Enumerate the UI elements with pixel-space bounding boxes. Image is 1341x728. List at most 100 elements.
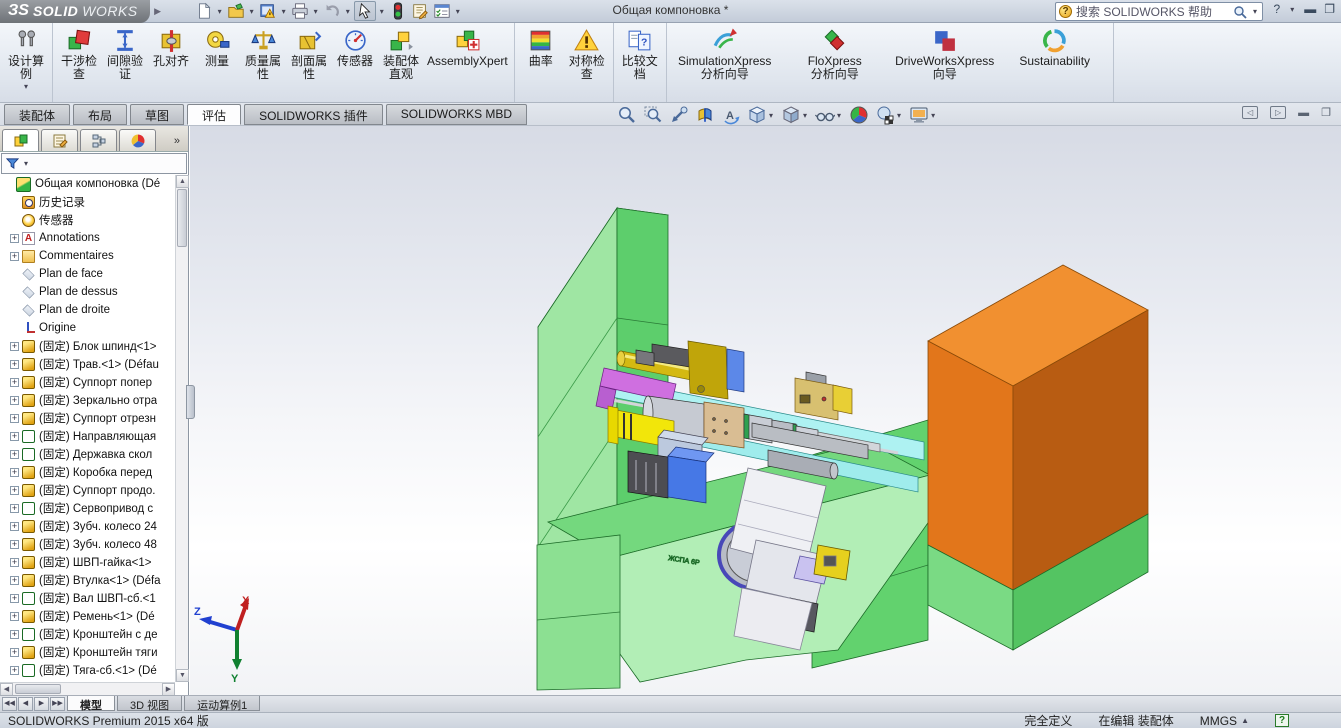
print-button[interactable]	[290, 1, 310, 21]
command-tab[interactable]: SOLIDWORKS MBD	[385, 104, 528, 125]
undo-button[interactable]	[322, 1, 342, 21]
expand-toggle[interactable]	[10, 395, 19, 405]
doc-tab[interactable]: 运动算例1	[184, 696, 261, 712]
tree-item[interactable]: (固定) Трав.<1> (Défau	[0, 355, 175, 373]
tree-item[interactable]: (固定) Зубч. колесо 48	[0, 535, 175, 553]
tree-item[interactable]: (固定) Кронштейн с де	[0, 625, 175, 643]
expand-toggle[interactable]	[10, 431, 19, 441]
hide-show-items-button[interactable]: ▾	[815, 105, 843, 125]
expand-toggle[interactable]	[10, 521, 19, 531]
edit-appearance-button[interactable]	[849, 105, 869, 125]
expand-toggle[interactable]	[10, 467, 19, 477]
driveworksxpress-button[interactable]: DriveWorksXpress 向导	[890, 26, 1000, 82]
section-properties-button[interactable]: 剖面属 性	[286, 26, 332, 82]
expand-toggle[interactable]	[10, 629, 19, 639]
doc-tab[interactable]: 模型	[67, 696, 115, 712]
tree-item[interactable]: Annotations	[0, 229, 175, 247]
view-orientation-button[interactable]: ▾	[747, 105, 775, 125]
file-properties-button[interactable]	[410, 1, 430, 21]
doc-minimize-button[interactable]: ▬	[1298, 107, 1309, 119]
search-icon[interactable]	[1233, 5, 1247, 19]
zoom-to-fit-button[interactable]	[617, 105, 637, 125]
tree-item[interactable]: (固定) Зеркально отра	[0, 391, 175, 409]
design-study-dropdown[interactable]: ▾	[24, 82, 28, 91]
next-tab-button[interactable]: ▶	[34, 697, 49, 711]
assembly-3d-model[interactable]: ЖСПА 6Р X Z Y	[190, 126, 1341, 695]
tree-filter[interactable]: ▾	[1, 153, 187, 174]
tree-item[interactable]: (固定) Направляющая	[0, 427, 175, 445]
curvature-button[interactable]: 曲率	[518, 26, 564, 69]
new-document-button[interactable]	[194, 1, 214, 21]
tree-item[interactable]: Commentaires	[0, 247, 175, 265]
expand-toggle[interactable]	[10, 233, 19, 243]
panel-tabs-overflow[interactable]: »	[174, 135, 186, 151]
collapse-left-pane-button[interactable]: ◁	[1242, 106, 1259, 119]
tree-item[interactable]: (固定) Суппорт попер	[0, 373, 175, 391]
expand-toggle[interactable]	[10, 341, 19, 351]
expand-toggle[interactable]	[10, 449, 19, 459]
tree-item[interactable]: (固定) Зубч. колесо 24	[0, 517, 175, 535]
menu-flyout-arrow[interactable]: ▶	[152, 2, 164, 20]
panel-splitter-grip[interactable]	[186, 385, 195, 419]
expand-toggle[interactable]	[10, 539, 19, 549]
vertical-scroll-thumb[interactable]	[177, 189, 187, 247]
interference-check-button[interactable]: 干涉检 查	[56, 26, 102, 82]
assembly-visualization-button[interactable]: 装配体 直观	[378, 26, 424, 82]
view-settings-button[interactable]: ▾	[909, 105, 937, 125]
open-document-button[interactable]	[226, 1, 246, 21]
tree-item[interactable]: (固定) Блок шпинд<1>	[0, 337, 175, 355]
tree-item[interactable]: (固定) Втулка<1> (Défa	[0, 571, 175, 589]
expand-toggle[interactable]	[10, 377, 19, 387]
simulationxpress-button[interactable]: SimulationXpress 分析向导	[670, 26, 780, 82]
search-dropdown[interactable]: ▾	[1253, 7, 1257, 16]
help-button[interactable]: ?	[1274, 2, 1281, 16]
expand-toggle[interactable]	[10, 575, 19, 585]
command-tab[interactable]: 草图	[130, 104, 185, 125]
expand-toggle[interactable]	[10, 665, 19, 675]
tree-item[interactable]: (固定) Вал ШВП-сб.<1	[0, 589, 175, 607]
mass-properties-button[interactable]: 质量属 性	[240, 26, 286, 82]
expand-toggle[interactable]	[10, 413, 19, 423]
command-tab[interactable]: SOLIDWORKS 插件	[244, 104, 383, 125]
tree-item[interactable]: (固定) Кронштейн тяги	[0, 643, 175, 661]
filter-dropdown[interactable]: ▾	[24, 159, 28, 168]
scroll-down-arrow[interactable]: ▼	[176, 669, 189, 682]
expand-toggle[interactable]	[10, 611, 19, 621]
last-tab-button[interactable]: ▶▶	[50, 697, 65, 711]
apply-scene-button[interactable]: ▾	[875, 105, 903, 125]
rebuild-button[interactable]	[388, 1, 408, 21]
tree-item[interactable]: Plan de face	[0, 265, 175, 283]
symmetry-check-button[interactable]: 对称检 查	[564, 26, 610, 82]
tree-item[interactable]: Plan de dessus	[0, 283, 175, 301]
propertymanager-tab[interactable]	[41, 129, 78, 151]
tree-item[interactable]: (固定) Державка скол	[0, 445, 175, 463]
expand-toggle[interactable]	[10, 557, 19, 567]
expand-toggle[interactable]	[10, 503, 19, 513]
hole-alignment-button[interactable]: 孔对齐	[148, 26, 194, 69]
command-tab[interactable]: 装配体	[4, 104, 71, 125]
restore-button[interactable]: ❐	[1324, 2, 1335, 16]
rotate-view-button[interactable]: A	[721, 105, 741, 125]
collapse-right-pane-button[interactable]: ▷	[1270, 106, 1287, 119]
tree-item[interactable]: Plan de droite	[0, 301, 175, 319]
tree-item[interactable]: (固定) Тяга-сб.<1> (Dé	[0, 661, 175, 679]
doc-restore-button[interactable]: ❐	[1321, 106, 1331, 119]
select-tool-button[interactable]	[353, 1, 376, 21]
expand-toggle[interactable]	[10, 359, 19, 369]
doc-tab[interactable]: 3D 视图	[117, 696, 183, 712]
graphics-viewport[interactable]: ЖСПА 6Р X Z Y	[190, 126, 1341, 695]
sustainability-button[interactable]: Sustainability	[1000, 26, 1110, 69]
tree-item[interactable]: 历史记录	[0, 193, 175, 211]
expand-toggle[interactable]	[10, 485, 19, 495]
tree-item[interactable]: (固定) Суппорт продо.	[0, 481, 175, 499]
help-dropdown[interactable]: ▾	[1290, 5, 1294, 14]
tree-item[interactable]: 传感器	[0, 211, 175, 229]
tree-item[interactable]: Origine	[0, 319, 175, 337]
first-tab-button[interactable]: ◀◀	[2, 697, 17, 711]
command-tab[interactable]: 布局	[73, 104, 128, 125]
options-button[interactable]	[432, 1, 452, 21]
tree-item[interactable]: (固定) Суппорт отрезн	[0, 409, 175, 427]
expand-toggle[interactable]	[10, 593, 19, 603]
horizontal-scroll-thumb[interactable]	[15, 684, 61, 694]
zoom-to-area-button[interactable]	[643, 105, 663, 125]
